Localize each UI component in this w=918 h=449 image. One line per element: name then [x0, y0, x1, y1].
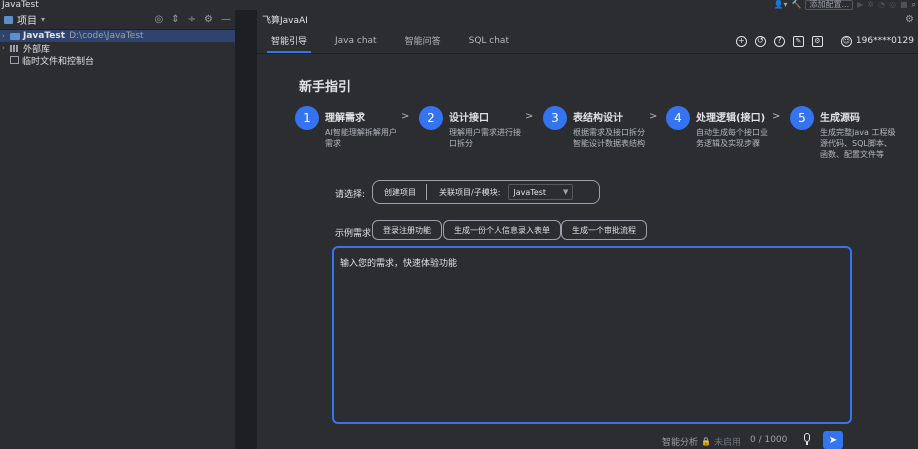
step-title: 生成源码: [820, 113, 860, 124]
step-title: 理解需求: [325, 113, 365, 124]
chevron-down-icon: ▼: [563, 188, 569, 196]
step-5: 5 生成源码 生成完整Java 工程级源代码、SQL脚本、函数、配置文件等: [790, 106, 896, 160]
example-chip-login[interactable]: 登录注册功能: [372, 220, 442, 240]
run-config-selector[interactable]: 添加配置...: [805, 0, 854, 10]
step-desc: 自动生成每个接口业务逻辑及实现步骤: [696, 128, 768, 148]
chevron-down-icon[interactable]: ▾: [41, 15, 45, 24]
user-name: 196****0129: [855, 36, 914, 46]
debug-icon[interactable]: ✲: [867, 0, 874, 10]
char-counter: 0 / 1000: [750, 435, 788, 445]
ai-plugin-panel: 飞算JavaAI ⚙ 智能引导 Java chat 智能问答 SQL chat …: [257, 10, 918, 449]
user-icon[interactable]: 👤▾: [774, 0, 788, 10]
avatar-icon: ☺: [840, 35, 852, 47]
lock-icon: 🔒: [701, 437, 711, 446]
tab-smart-guide[interactable]: 智能引导: [263, 28, 315, 53]
build-hammer-icon[interactable]: 🔨: [792, 0, 802, 10]
chevron-right-icon: >: [649, 111, 658, 122]
step-3: 3 表结构设计 根据需求及接口拆分智能设计数据表结构: [543, 106, 649, 149]
tree-item-label: 临时文件和控制台: [22, 56, 95, 67]
step-desc: 生成完整Java 工程级源代码、SQL脚本、函数、配置文件等: [820, 128, 896, 159]
plugin-title-bar: 飞算JavaAI ⚙: [257, 10, 918, 28]
project-folder-icon: [4, 15, 13, 24]
smart-analysis-toggle[interactable]: 智能分析 🔒 未启用: [662, 435, 741, 448]
send-button[interactable]: ➤: [823, 431, 843, 449]
module-label: 关联项目/子模块:: [439, 187, 501, 197]
hide-icon[interactable]: —: [221, 14, 231, 25]
step-number: 4: [666, 106, 690, 130]
history-icon[interactable]: ↺: [754, 35, 766, 47]
title-bar: JavaTest 👤▾ 🔨 添加配置... ▶ ✲ ◔ ◎ ■ ⌕: [0, 0, 918, 10]
run-icon[interactable]: ▶: [857, 0, 863, 10]
search-icon[interactable]: ⌕: [912, 0, 916, 10]
step-title: 设计接口: [449, 113, 489, 124]
library-icon: [10, 44, 20, 52]
chevron-right-icon: >: [401, 111, 410, 122]
module-dropdown[interactable]: JavaTest ▼: [508, 184, 574, 200]
send-icon: ➤: [828, 434, 838, 446]
create-project-button[interactable]: 创建项目: [373, 184, 427, 200]
chevron-right-icon[interactable]: ›: [2, 44, 10, 52]
settings-icon[interactable]: ⚙: [811, 35, 823, 47]
step-number: 3: [543, 106, 567, 130]
step-number: 2: [419, 106, 443, 130]
guide-title: 新手指引: [299, 80, 352, 95]
module-value: JavaTest: [513, 187, 547, 197]
step-title: 表结构设计: [573, 113, 623, 124]
tab-java-chat[interactable]: Java chat: [327, 28, 385, 53]
stop-icon[interactable]: ■: [900, 0, 908, 10]
tree-item-path: D:\code\JavaTest: [69, 31, 144, 41]
toolbar-right: 👤▾ 🔨 添加配置... ▶ ✲ ◔ ◎ ■ ⌕: [774, 0, 918, 10]
user-account[interactable]: ☺ 196****0129: [840, 35, 914, 47]
smart-analysis-label: 智能分析: [662, 438, 699, 448]
example-chip-form[interactable]: 生成一份个人信息录入表单: [443, 220, 561, 240]
gear-icon[interactable]: ⚙: [905, 14, 914, 25]
project-selector: 创建项目 关联项目/子模块: JavaTest ▼: [372, 180, 600, 204]
module-folder-icon: [10, 32, 20, 40]
examples-label: 示例需求: [335, 229, 372, 239]
tree-item-external-libraries[interactable]: › 外部库: [0, 42, 235, 55]
step-1: 1 理解需求 AI智能理解拆解用户需求: [295, 106, 401, 149]
panel-splitter[interactable]: [235, 10, 257, 449]
example-chip-approval[interactable]: 生成一个审批流程: [561, 220, 647, 240]
chevron-right-icon: >: [772, 111, 781, 122]
input-footer: 智能分析 🔒 未启用 0 / 1000 ➤: [257, 431, 918, 449]
step-number: 5: [790, 106, 814, 130]
locate-icon[interactable]: ◎: [155, 14, 164, 25]
step-title: 处理逻辑(接口): [696, 113, 766, 124]
plugin-header-icons: + ↺ ? ✎ ⚙ ☺ 196****0129: [735, 28, 918, 54]
tree-item-label: JavaTest: [23, 31, 66, 41]
step-desc: 根据需求及接口拆分智能设计数据表结构: [573, 128, 645, 148]
scratch-icon: [10, 56, 19, 64]
chevron-right-icon[interactable]: ›: [2, 32, 10, 40]
step-4: 4 处理逻辑(接口) 自动生成每个接口业务逻辑及实现步骤: [666, 106, 772, 149]
chevron-right-icon: >: [525, 111, 534, 122]
edit-icon[interactable]: ✎: [792, 35, 804, 47]
profile-icon[interactable]: ◎: [889, 0, 896, 10]
tree-item-javatest[interactable]: › JavaTest D:\code\JavaTest: [0, 30, 235, 42]
requirement-input[interactable]: 输入您的需求，快速体验功能: [332, 246, 852, 424]
add-icon[interactable]: +: [735, 35, 747, 47]
window-title: JavaTest: [2, 0, 39, 10]
tab-sql-chat[interactable]: SQL chat: [461, 28, 517, 53]
step-desc: AI智能理解拆解用户需求: [325, 128, 397, 148]
tab-smart-qa[interactable]: 智能问答: [397, 28, 449, 53]
plugin-title: 飞算JavaAI: [262, 15, 308, 26]
expand-all-icon[interactable]: ⇕: [171, 14, 179, 25]
smart-analysis-state: 未启用: [713, 438, 741, 448]
help-icon[interactable]: ?: [773, 35, 785, 47]
step-number: 1: [295, 106, 319, 130]
coverage-icon[interactable]: ◔: [878, 0, 885, 10]
project-panel: 项目 ▾ ◎ ⇕ ÷ ⚙ — › JavaTest D:\code\JavaTe…: [0, 10, 235, 449]
plugin-tabs: 智能引导 Java chat 智能问答 SQL chat + ↺ ? ✎ ⚙ ☺…: [257, 28, 918, 54]
project-panel-title[interactable]: 项目: [17, 12, 37, 27]
project-panel-header: 项目 ▾ ◎ ⇕ ÷ ⚙ —: [0, 10, 235, 30]
microphone-icon[interactable]: [802, 433, 812, 447]
tree-item-scratches[interactable]: 临时文件和控制台: [0, 54, 235, 67]
step-desc: 理解用户需求进行接口拆分: [449, 128, 521, 148]
collapse-all-icon[interactable]: ÷: [188, 14, 196, 25]
step-2: 2 设计接口 理解用户需求进行接口拆分: [419, 106, 525, 149]
project-panel-tools: ◎ ⇕ ÷ ⚙ —: [155, 14, 231, 25]
select-label: 请选择:: [335, 190, 366, 200]
options-gear-icon[interactable]: ⚙: [204, 14, 213, 25]
